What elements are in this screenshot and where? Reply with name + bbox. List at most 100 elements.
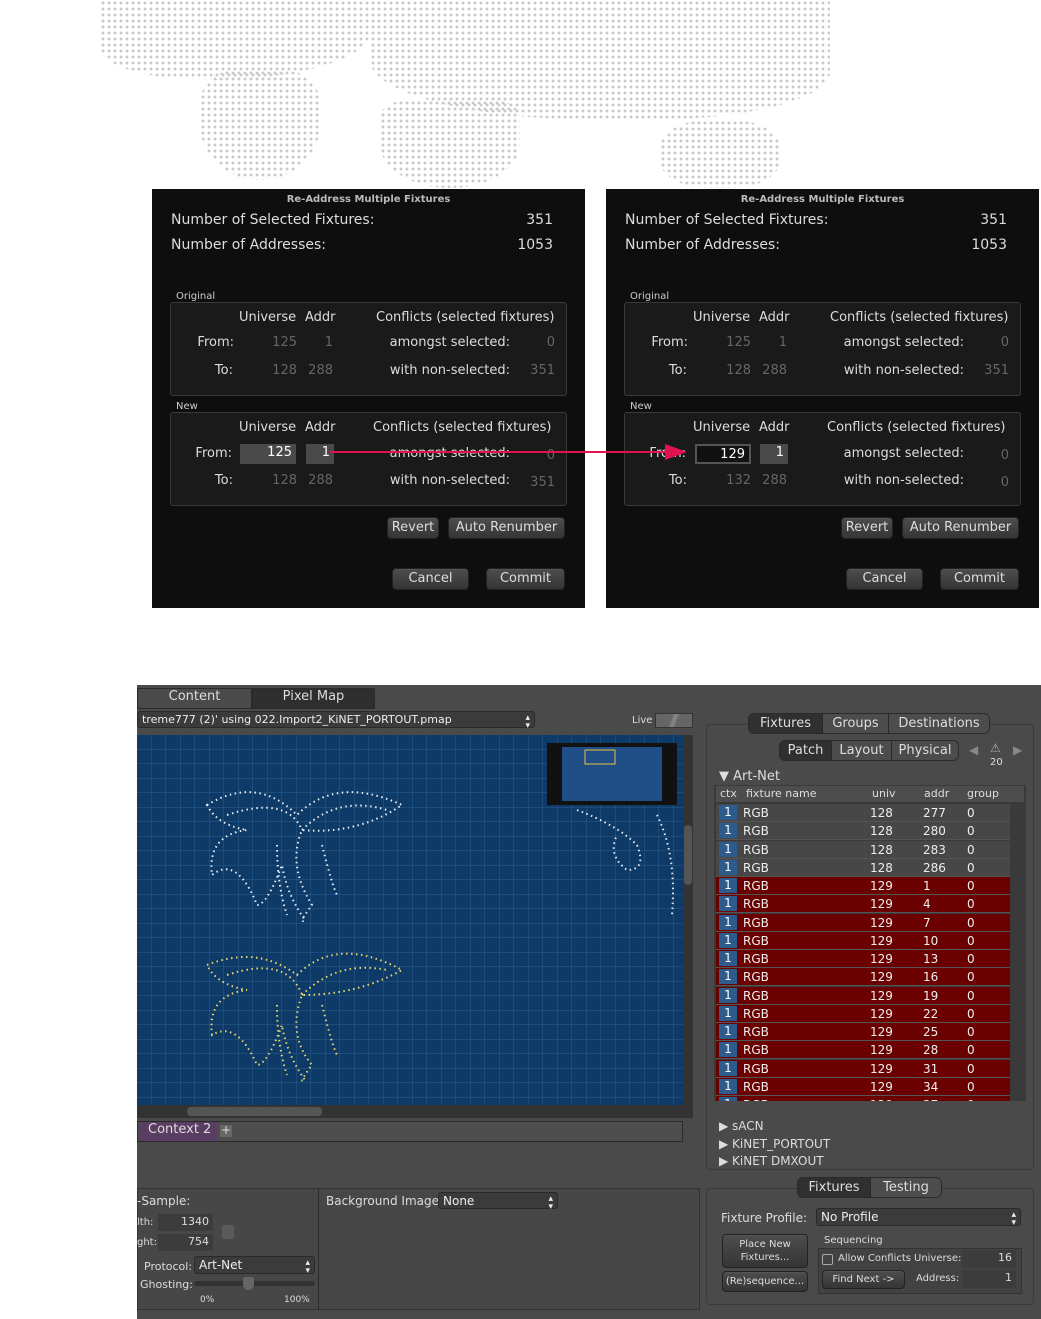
addr-cell: 37 — [923, 1098, 938, 1101]
protocol-select[interactable]: Art-Net ▴ ▾ — [194, 1256, 315, 1276]
commit-button[interactable]: Commit — [486, 568, 565, 590]
tab-pixel-map[interactable]: Pixel Map — [252, 688, 375, 709]
group-kinet-portout[interactable]: ▶ KiNET_PORTOUT — [719, 1137, 830, 1151]
new-from-universe-input[interactable]: 129 — [695, 444, 751, 464]
cancel-button[interactable]: Cancel — [392, 568, 469, 590]
col-universe: Universe — [239, 310, 297, 325]
table-row[interactable]: 1 RGB 128 283 0 — [716, 840, 1010, 859]
group-art-net[interactable]: ▼ Art-Net — [719, 769, 780, 784]
table-row[interactable]: 1 RGB 128 280 0 — [716, 822, 1010, 841]
re-address-dialog: Re-Address Multiple Fixtures Number of Se… — [152, 189, 585, 608]
table-row[interactable]: 1 RGB 129 13 0 — [716, 950, 1010, 968]
next-arrow-icon[interactable]: ▶ — [1013, 743, 1022, 757]
ghosting-slider[interactable] — [194, 1281, 315, 1286]
tab-content[interactable]: Content — [137, 688, 252, 709]
addresses-label: Number of Addresses: — [171, 237, 327, 253]
univ-cell: 129 — [870, 1025, 893, 1039]
world-map-background — [200, 70, 320, 180]
revert-button[interactable]: Revert — [387, 517, 439, 539]
cancel-button[interactable]: Cancel — [846, 568, 923, 590]
table-row[interactable]: 1 RGB 129 10 0 — [716, 931, 1010, 950]
prev-arrow-icon[interactable]: ◀ — [969, 743, 978, 757]
horizontal-scrollbar[interactable] — [137, 1105, 693, 1118]
tab-groups[interactable]: Groups — [823, 714, 889, 733]
new-from-addr-input[interactable]: 1 — [760, 444, 788, 464]
col-fixture-name[interactable]: fixture name — [746, 787, 816, 800]
find-next-button[interactable]: Find Next -> — [822, 1270, 905, 1289]
table-row[interactable]: 1 RGB 129 34 0 — [716, 1077, 1010, 1096]
add-context-button[interactable]: + — [220, 1124, 232, 1137]
resequence-button[interactable]: (Re)sequence... — [722, 1271, 808, 1292]
universe-field[interactable]: 16 — [962, 1250, 1016, 1268]
table-row[interactable]: 1 RGB 129 22 0 — [716, 1004, 1010, 1023]
col-group[interactable]: group — [967, 787, 999, 800]
table-row[interactable]: 1 RGB 129 1 0 — [716, 877, 1010, 895]
lock-icon[interactable] — [222, 1225, 234, 1239]
background-image-select[interactable]: None ▴ ▾ — [438, 1192, 558, 1212]
fixture-name-cell: RGB — [743, 970, 769, 985]
tab-layout[interactable]: Layout — [832, 741, 892, 760]
group-sacn[interactable]: ▶ sACN — [719, 1119, 764, 1133]
auto-renumber-button[interactable]: Auto Renumber — [902, 517, 1019, 539]
from-label: From: — [195, 446, 232, 461]
revert-button[interactable]: Revert — [841, 517, 893, 539]
auto-renumber-button[interactable]: Auto Renumber — [448, 517, 565, 539]
pixel-map-canvas[interactable] — [137, 735, 683, 1105]
height-field[interactable]: 754 — [158, 1234, 213, 1251]
tab-physical[interactable]: Physical — [892, 741, 958, 760]
addr-cell: 34 — [923, 1079, 939, 1094]
address-field[interactable]: 1 — [962, 1270, 1016, 1288]
group-kinet-dmxout[interactable]: ▶ KiNET DMXOUT — [719, 1154, 824, 1168]
context-tab[interactable]: Context 2 — [139, 1122, 217, 1141]
addr-cell: 286 — [923, 860, 946, 875]
to-addr-value: 288 — [308, 473, 333, 488]
allow-conflicts-checkbox[interactable] — [822, 1254, 833, 1265]
commit-button[interactable]: Commit — [940, 568, 1019, 590]
live-toggle[interactable] — [655, 713, 693, 728]
table-row[interactable]: 1 RGB 129 16 0 — [716, 968, 1010, 987]
table-row[interactable]: 1 RGB 128 277 0 — [716, 804, 1010, 822]
table-row[interactable]: 1 RGB 128 286 0 — [716, 858, 1010, 877]
univ-cell: 129 — [870, 1006, 893, 1021]
selected-fixtures-label: Number of Selected Fixtures: — [625, 212, 829, 228]
world-map-background — [380, 100, 520, 188]
warning-icon[interactable]: ⚠ — [990, 741, 1001, 755]
addresses-value: 1053 — [971, 237, 1007, 253]
col-univ[interactable]: univ — [872, 787, 896, 800]
tab-patch[interactable]: Patch — [780, 741, 832, 760]
tab-destinations[interactable]: Destinations — [889, 714, 989, 733]
amongst-selected-value: 0 — [546, 335, 555, 350]
fixture-profile-select[interactable]: No Profile ▴ ▾ — [816, 1208, 1021, 1228]
pixel-map-file-select[interactable]: treme777 (2)' using 022.Import2_KiNET_PO… — [137, 711, 535, 731]
table-row[interactable]: 1 RGB 129 7 0 — [716, 913, 1010, 932]
from-universe-value: 125 — [272, 335, 297, 350]
fixture-name-cell: RGB — [743, 879, 769, 893]
univ-cell: 128 — [870, 824, 893, 839]
table-row[interactable]: 1 RGB 129 31 0 — [716, 1059, 1010, 1078]
tab-testing[interactable]: Testing — [871, 1178, 941, 1197]
place-new-fixtures-button[interactable]: Place New Fixtures... — [722, 1234, 808, 1268]
col-ctx[interactable]: ctx — [720, 787, 737, 800]
tab-fixtures-lower[interactable]: Fixtures — [798, 1178, 871, 1197]
table-row[interactable]: 1 RGB 129 37 0 — [716, 1096, 1010, 1101]
fixture-name-cell: RGB — [743, 1043, 769, 1058]
ghosting-max-label: 100% — [284, 1295, 310, 1305]
table-row[interactable]: 1 RGB 129 19 0 — [716, 986, 1010, 1005]
to-addr-value: 288 — [762, 473, 787, 488]
table-row[interactable]: 1 RGB 129 4 0 — [716, 895, 1010, 914]
to-label: To: — [668, 473, 687, 488]
vertical-scrollbar[interactable] — [683, 735, 693, 1105]
table-row[interactable]: 1 RGB 129 28 0 — [716, 1041, 1010, 1060]
width-field[interactable]: 1340 — [158, 1214, 213, 1231]
col-addr[interactable]: addr — [924, 787, 949, 800]
ctx-cell: 1 — [719, 932, 737, 948]
table-header: ctx fixture name univ addr group — [716, 786, 1024, 802]
background-image-value: None — [443, 1194, 475, 1208]
table-row[interactable]: 1 RGB 129 25 0 — [716, 1023, 1010, 1041]
updown-icon: ▴ ▾ — [305, 1258, 310, 1276]
group-label: KiNET_PORTOUT — [732, 1136, 831, 1151]
fixture-name-cell: RGB — [743, 933, 769, 948]
tab-fixtures[interactable]: Fixtures — [749, 714, 823, 733]
new-from-universe-input[interactable]: 125 — [240, 444, 296, 464]
ctx-cell: 1 — [719, 987, 737, 1003]
